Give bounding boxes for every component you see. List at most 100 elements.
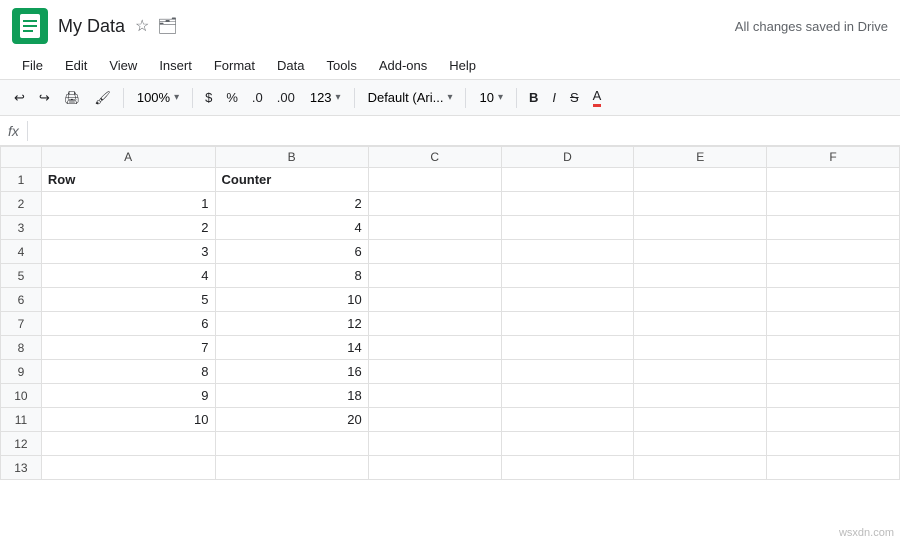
row-header-2[interactable]: 2 bbox=[1, 192, 42, 216]
cell-f1[interactable] bbox=[767, 168, 900, 192]
col-header-d[interactable]: D bbox=[501, 147, 634, 168]
font-family-selector[interactable]: Default (Ari... ▾ bbox=[361, 86, 460, 109]
cell-c4[interactable] bbox=[368, 240, 501, 264]
row-header-10[interactable]: 10 bbox=[1, 384, 42, 408]
row-header-6[interactable]: 6 bbox=[1, 288, 42, 312]
currency-button[interactable]: $ bbox=[199, 86, 218, 109]
cell-f12[interactable] bbox=[767, 432, 900, 456]
number-format-selector[interactable]: 123 ▾ bbox=[303, 86, 348, 109]
formula-input[interactable] bbox=[36, 123, 892, 138]
menu-data[interactable]: Data bbox=[267, 54, 314, 77]
cell-e5[interactable] bbox=[634, 264, 767, 288]
row-header-3[interactable]: 3 bbox=[1, 216, 42, 240]
cell-a1[interactable]: Row bbox=[41, 168, 215, 192]
cell-e7[interactable] bbox=[634, 312, 767, 336]
cell-c2[interactable] bbox=[368, 192, 501, 216]
cell-c8[interactable] bbox=[368, 336, 501, 360]
cell-b3[interactable]: 4 bbox=[215, 216, 368, 240]
cell-f8[interactable] bbox=[767, 336, 900, 360]
cell-b2[interactable]: 2 bbox=[215, 192, 368, 216]
cell-f4[interactable] bbox=[767, 240, 900, 264]
row-header-12[interactable]: 12 bbox=[1, 432, 42, 456]
cell-d11[interactable] bbox=[501, 408, 634, 432]
row-header-5[interactable]: 5 bbox=[1, 264, 42, 288]
cell-b8[interactable]: 14 bbox=[215, 336, 368, 360]
menu-view[interactable]: View bbox=[99, 54, 147, 77]
cell-d1[interactable] bbox=[501, 168, 634, 192]
cell-e3[interactable] bbox=[634, 216, 767, 240]
cell-d7[interactable] bbox=[501, 312, 634, 336]
col-header-f[interactable]: F bbox=[767, 147, 900, 168]
cell-d12[interactable] bbox=[501, 432, 634, 456]
cell-d8[interactable] bbox=[501, 336, 634, 360]
cell-f5[interactable] bbox=[767, 264, 900, 288]
cell-c5[interactable] bbox=[368, 264, 501, 288]
cell-c1[interactable] bbox=[368, 168, 501, 192]
cell-a8[interactable]: 7 bbox=[41, 336, 215, 360]
menu-help[interactable]: Help bbox=[439, 54, 486, 77]
decimal-decrease-button[interactable]: .0 bbox=[246, 86, 269, 109]
cell-b9[interactable]: 16 bbox=[215, 360, 368, 384]
italic-button[interactable]: I bbox=[546, 86, 562, 109]
cell-c7[interactable] bbox=[368, 312, 501, 336]
cell-e2[interactable] bbox=[634, 192, 767, 216]
cell-c6[interactable] bbox=[368, 288, 501, 312]
cell-f9[interactable] bbox=[767, 360, 900, 384]
cell-d13[interactable] bbox=[501, 456, 634, 480]
cell-f3[interactable] bbox=[767, 216, 900, 240]
text-color-button[interactable]: A bbox=[587, 84, 608, 111]
cell-b13[interactable] bbox=[215, 456, 368, 480]
row-header-1[interactable]: 1 bbox=[1, 168, 42, 192]
row-header-7[interactable]: 7 bbox=[1, 312, 42, 336]
cell-d6[interactable] bbox=[501, 288, 634, 312]
cell-c11[interactable] bbox=[368, 408, 501, 432]
zoom-selector[interactable]: 100% ▾ bbox=[130, 86, 186, 109]
cell-b1[interactable]: Counter bbox=[215, 168, 368, 192]
cell-f11[interactable] bbox=[767, 408, 900, 432]
cell-f10[interactable] bbox=[767, 384, 900, 408]
cell-d4[interactable] bbox=[501, 240, 634, 264]
cell-a10[interactable]: 9 bbox=[41, 384, 215, 408]
menu-edit[interactable]: Edit bbox=[55, 54, 97, 77]
menu-format[interactable]: Format bbox=[204, 54, 265, 77]
cell-f2[interactable] bbox=[767, 192, 900, 216]
font-size-selector[interactable]: 10 ▾ bbox=[472, 86, 510, 109]
cell-a5[interactable]: 4 bbox=[41, 264, 215, 288]
cell-b12[interactable] bbox=[215, 432, 368, 456]
cell-b4[interactable]: 6 bbox=[215, 240, 368, 264]
cell-e10[interactable] bbox=[634, 384, 767, 408]
row-header-11[interactable]: 11 bbox=[1, 408, 42, 432]
cell-a9[interactable]: 8 bbox=[41, 360, 215, 384]
cell-f7[interactable] bbox=[767, 312, 900, 336]
cell-e9[interactable] bbox=[634, 360, 767, 384]
menu-tools[interactable]: Tools bbox=[316, 54, 366, 77]
row-header-4[interactable]: 4 bbox=[1, 240, 42, 264]
menu-addons[interactable]: Add-ons bbox=[369, 54, 437, 77]
print-button[interactable]: 🖨 bbox=[58, 86, 87, 110]
col-header-e[interactable]: E bbox=[634, 147, 767, 168]
cell-b7[interactable]: 12 bbox=[215, 312, 368, 336]
cell-f6[interactable] bbox=[767, 288, 900, 312]
cell-c3[interactable] bbox=[368, 216, 501, 240]
folder-icon[interactable]: 🗂 bbox=[157, 16, 177, 36]
redo-button[interactable]: ↪ bbox=[33, 86, 56, 110]
cell-a4[interactable]: 3 bbox=[41, 240, 215, 264]
row-header-8[interactable]: 8 bbox=[1, 336, 42, 360]
cell-e13[interactable] bbox=[634, 456, 767, 480]
cell-b5[interactable]: 8 bbox=[215, 264, 368, 288]
cell-e12[interactable] bbox=[634, 432, 767, 456]
cell-b11[interactable]: 20 bbox=[215, 408, 368, 432]
undo-button[interactable]: ↩ bbox=[8, 86, 31, 110]
cell-a3[interactable]: 2 bbox=[41, 216, 215, 240]
percent-button[interactable]: % bbox=[220, 86, 244, 109]
col-header-a[interactable]: A bbox=[41, 147, 215, 168]
cell-b6[interactable]: 10 bbox=[215, 288, 368, 312]
cell-a13[interactable] bbox=[41, 456, 215, 480]
cell-e11[interactable] bbox=[634, 408, 767, 432]
menu-insert[interactable]: Insert bbox=[149, 54, 202, 77]
cell-f13[interactable] bbox=[767, 456, 900, 480]
col-header-b[interactable]: B bbox=[215, 147, 368, 168]
cell-d10[interactable] bbox=[501, 384, 634, 408]
paint-format-button[interactable]: 🖌 bbox=[88, 86, 117, 110]
cell-d5[interactable] bbox=[501, 264, 634, 288]
